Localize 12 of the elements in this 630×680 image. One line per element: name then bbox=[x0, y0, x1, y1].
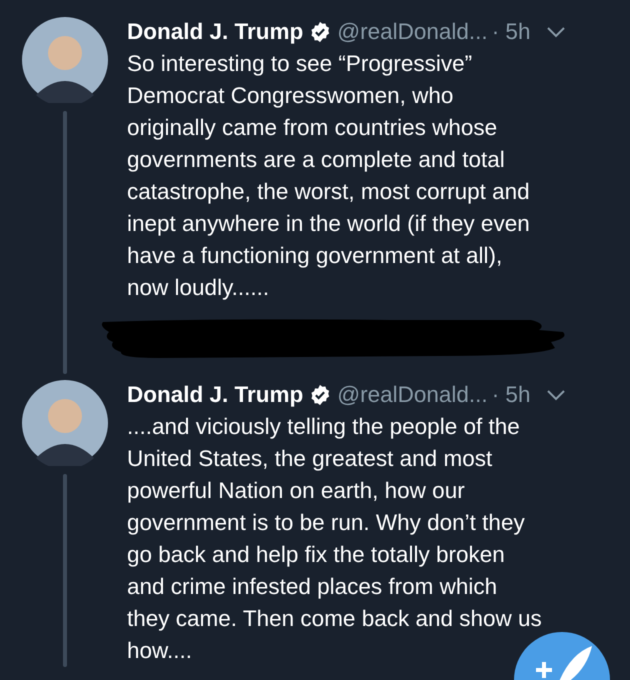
tweet-text: ....and viciously telling the people of the United States, the greatest and most powerful Nation on earth, how our government is to be run. Why don’t they go back and help fix the totally broken and crime infested places from which they came. Then come back and show us how.... bbox=[127, 413, 542, 665]
timestamp: · 5h bbox=[492, 382, 530, 408]
user-handle: @realDonald... bbox=[337, 19, 488, 45]
tweet-text: So interesting to see “Progressive” Democrat Congresswomen, who originally came from countries whose governments are a complete and total catastrophe, the worst, most corrupt and inept anywhere in the world (if they even have a functioning government at all), now loudly...... bbox=[127, 50, 530, 302]
author-name[interactable]: Donald J. Trump bbox=[127, 19, 304, 45]
chevron-down-icon[interactable] bbox=[546, 389, 566, 401]
user-handle: @realDonald... bbox=[337, 382, 488, 408]
avatar[interactable] bbox=[22, 17, 108, 103]
author-name[interactable]: Donald J. Trump bbox=[127, 382, 304, 408]
avatar[interactable] bbox=[22, 380, 108, 466]
chevron-down-icon[interactable] bbox=[546, 26, 566, 38]
timestamp: · 5h bbox=[492, 19, 530, 45]
